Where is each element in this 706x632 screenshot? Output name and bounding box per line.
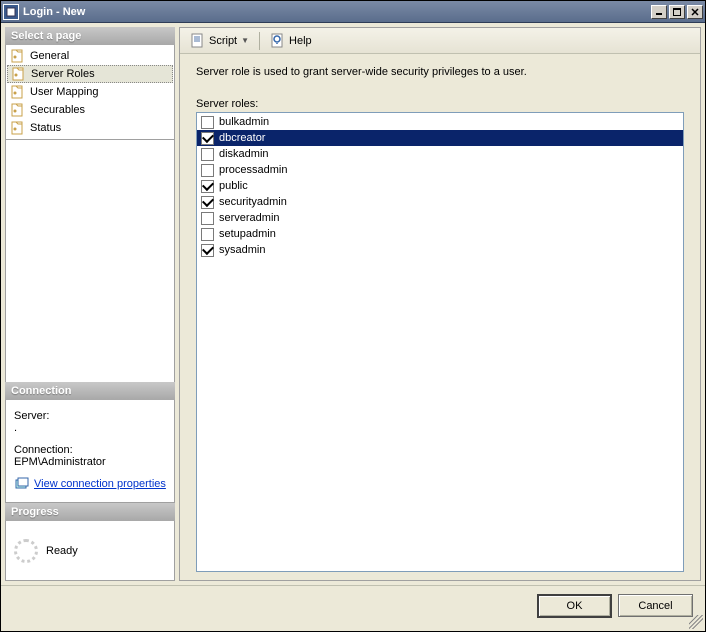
ok-button[interactable]: OK: [537, 594, 612, 618]
connection-section: Server: . Connection: EPM\Administrator …: [5, 400, 175, 503]
connection-header: Connection: [5, 382, 175, 400]
server-roles-label: Server roles:: [196, 98, 684, 110]
role-row-sysadmin[interactable]: sysadmin: [197, 242, 683, 258]
connection-properties-icon: [14, 476, 30, 492]
page-item-securables[interactable]: Securables: [6, 101, 174, 119]
select-page-header: Select a page: [5, 27, 175, 45]
progress-header: Progress: [5, 503, 175, 521]
page-item-label: Status: [30, 122, 61, 134]
role-row-securityadmin[interactable]: securityadmin: [197, 194, 683, 210]
role-checkbox[interactable]: [201, 116, 214, 129]
server-roles-listbox[interactable]: bulkadmin dbcreator diskadmin processadmin p…: [196, 112, 684, 572]
page-item-general[interactable]: General: [6, 47, 174, 65]
role-row-public[interactable]: public: [197, 178, 683, 194]
role-label: securityadmin: [219, 196, 287, 208]
page-item-label: General: [30, 50, 69, 62]
connection-value: EPM\Administrator: [14, 456, 166, 468]
role-checkbox[interactable]: [201, 212, 214, 225]
content-area: Select a page General Server Roles User Ma…: [1, 23, 705, 585]
page-icon: [10, 120, 26, 136]
page-icon: [10, 48, 26, 64]
script-button[interactable]: Script ▼: [186, 31, 253, 51]
role-row-dbcreator[interactable]: dbcreator: [197, 130, 683, 146]
page-item-label: Securables: [30, 104, 85, 116]
role-checkbox[interactable]: [201, 180, 214, 193]
role-label: diskadmin: [219, 148, 269, 160]
progress-section: Ready: [5, 521, 175, 581]
server-label: Server:: [14, 410, 166, 422]
close-button[interactable]: [687, 5, 703, 19]
window-title: Login - New: [23, 6, 651, 18]
right-body: Server role is used to grant server-wide…: [180, 54, 700, 580]
connection-label: Connection:: [14, 444, 166, 456]
role-checkbox[interactable]: [201, 148, 214, 161]
server-value: .: [14, 422, 166, 434]
title-bar: Login - New: [1, 1, 705, 23]
resize-grip[interactable]: [689, 615, 703, 629]
help-label: Help: [289, 35, 312, 47]
left-panel: Select a page General Server Roles User Ma…: [5, 27, 175, 581]
page-icon: [11, 66, 27, 82]
role-label: bulkadmin: [219, 116, 269, 128]
progress-status: Ready: [46, 545, 78, 557]
maximize-button[interactable]: [669, 5, 685, 19]
role-label: dbcreator: [219, 132, 265, 144]
role-row-setupadmin[interactable]: setupadmin: [197, 226, 683, 242]
role-checkbox[interactable]: [201, 228, 214, 241]
progress-ring-icon: [14, 539, 38, 563]
script-icon: [190, 33, 206, 49]
role-row-diskadmin[interactable]: diskadmin: [197, 146, 683, 162]
role-checkbox[interactable]: [201, 196, 214, 209]
role-row-processadmin[interactable]: processadmin: [197, 162, 683, 178]
window-controls: [651, 5, 703, 19]
app-icon: [3, 4, 19, 20]
toolbar: Script ▼ Help: [180, 28, 700, 54]
role-checkbox[interactable]: [201, 164, 214, 177]
role-label: sysadmin: [219, 244, 265, 256]
role-label: setupadmin: [219, 228, 276, 240]
left-spacer: [5, 140, 175, 382]
page-icon: [10, 84, 26, 100]
role-label: serveradmin: [219, 212, 280, 224]
script-label: Script: [209, 35, 237, 47]
page-item-label: Server Roles: [31, 68, 95, 80]
view-connection-properties-link[interactable]: View connection properties: [34, 478, 166, 490]
role-label: processadmin: [219, 164, 287, 176]
role-row-bulkadmin[interactable]: bulkadmin: [197, 114, 683, 130]
script-dropdown-icon: ▼: [241, 36, 249, 45]
button-bar: OK Cancel: [1, 585, 705, 625]
cancel-button[interactable]: Cancel: [618, 594, 693, 617]
role-row-serveradmin[interactable]: serveradmin: [197, 210, 683, 226]
role-checkbox[interactable]: [201, 132, 214, 145]
role-checkbox[interactable]: [201, 244, 214, 257]
right-panel: Script ▼ Help Server role is used to gra…: [179, 27, 701, 581]
page-item-status[interactable]: Status: [6, 119, 174, 137]
page-item-user-mapping[interactable]: User Mapping: [6, 83, 174, 101]
page-list: General Server Roles User Mapping Securable…: [5, 45, 175, 140]
help-button[interactable]: Help: [266, 31, 316, 51]
help-icon: [270, 33, 286, 49]
page-item-server-roles[interactable]: Server Roles: [7, 65, 173, 83]
minimize-button[interactable]: [651, 5, 667, 19]
description-text: Server role is used to grant server-wide…: [196, 66, 684, 78]
toolbar-separator: [259, 32, 260, 50]
page-item-label: User Mapping: [30, 86, 98, 98]
page-icon: [10, 102, 26, 118]
role-label: public: [219, 180, 248, 192]
